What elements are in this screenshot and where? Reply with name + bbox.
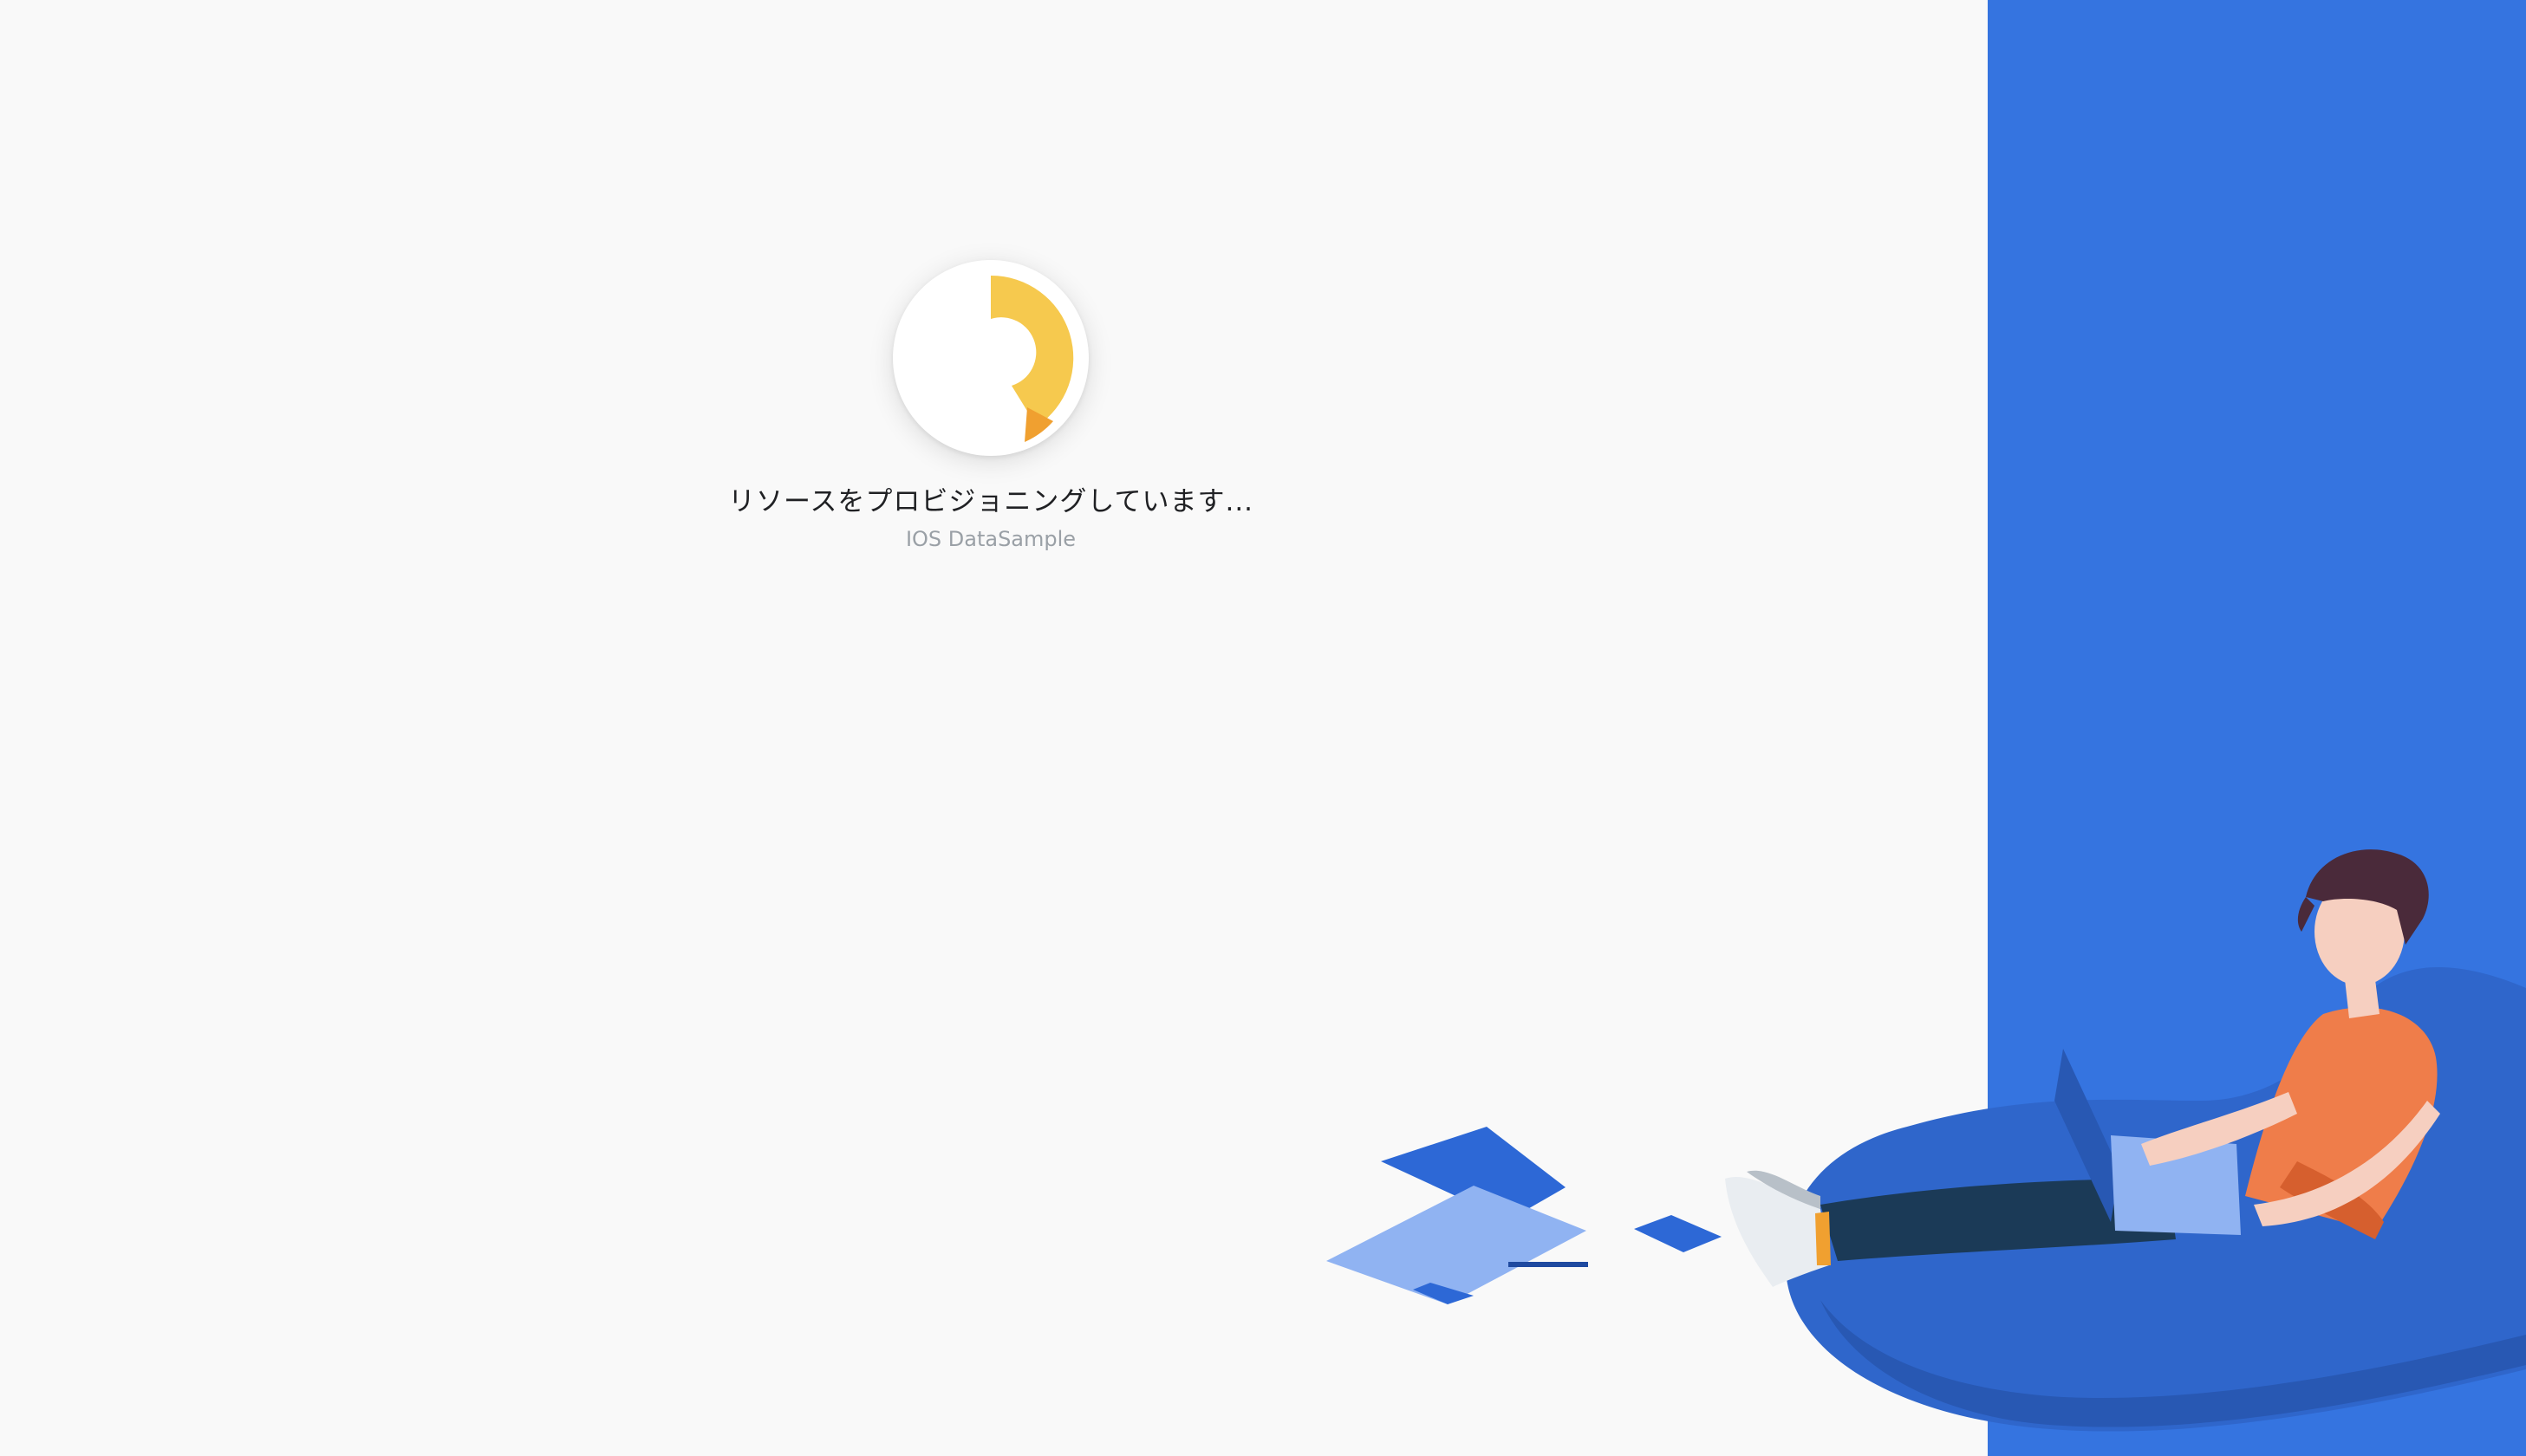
- status-block: リソースをプロビジョニングしています... IOS DataSample: [607, 481, 1375, 554]
- progress-spinner-icon: [991, 275, 1074, 442]
- loading-spinner: [893, 260, 1089, 456]
- person-with-laptop-illustration: [1326, 849, 2526, 1432]
- project-name: IOS DataSample: [905, 527, 1077, 551]
- status-text: リソースをプロビジョニングしています...: [727, 486, 1254, 517]
